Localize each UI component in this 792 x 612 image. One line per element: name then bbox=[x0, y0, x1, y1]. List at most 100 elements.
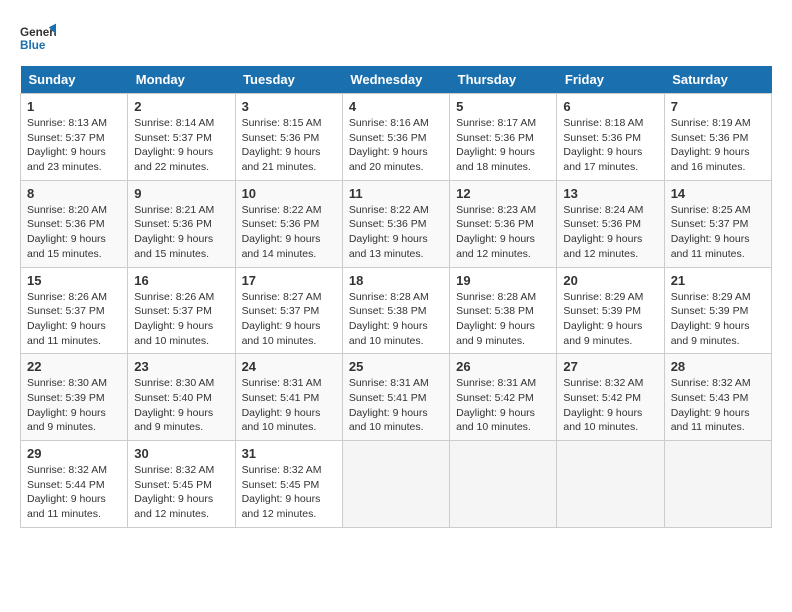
day-info: Sunrise: 8:32 AMSunset: 5:43 PMDaylight:… bbox=[671, 376, 765, 435]
day-number: 13 bbox=[563, 186, 657, 201]
calendar-cell: 20 Sunrise: 8:29 AMSunset: 5:39 PMDaylig… bbox=[557, 267, 664, 354]
calendar-cell: 7 Sunrise: 8:19 AMSunset: 5:36 PMDayligh… bbox=[664, 94, 771, 181]
day-number: 29 bbox=[27, 446, 121, 461]
calendar-cell: 8 Sunrise: 8:20 AMSunset: 5:36 PMDayligh… bbox=[21, 180, 128, 267]
day-info: Sunrise: 8:18 AMSunset: 5:36 PMDaylight:… bbox=[563, 116, 657, 175]
col-header-saturday: Saturday bbox=[664, 66, 771, 94]
calendar-cell: 21 Sunrise: 8:29 AMSunset: 5:39 PMDaylig… bbox=[664, 267, 771, 354]
day-number: 23 bbox=[134, 359, 228, 374]
day-info: Sunrise: 8:26 AMSunset: 5:37 PMDaylight:… bbox=[134, 290, 228, 349]
day-number: 10 bbox=[242, 186, 336, 201]
day-info: Sunrise: 8:20 AMSunset: 5:36 PMDaylight:… bbox=[27, 203, 121, 262]
day-number: 14 bbox=[671, 186, 765, 201]
day-info: Sunrise: 8:27 AMSunset: 5:37 PMDaylight:… bbox=[242, 290, 336, 349]
day-info: Sunrise: 8:31 AMSunset: 5:41 PMDaylight:… bbox=[242, 376, 336, 435]
col-header-thursday: Thursday bbox=[450, 66, 557, 94]
calendar-cell: 6 Sunrise: 8:18 AMSunset: 5:36 PMDayligh… bbox=[557, 94, 664, 181]
day-info: Sunrise: 8:19 AMSunset: 5:36 PMDaylight:… bbox=[671, 116, 765, 175]
day-info: Sunrise: 8:32 AMSunset: 5:42 PMDaylight:… bbox=[563, 376, 657, 435]
calendar-cell: 15 Sunrise: 8:26 AMSunset: 5:37 PMDaylig… bbox=[21, 267, 128, 354]
calendar-cell: 5 Sunrise: 8:17 AMSunset: 5:36 PMDayligh… bbox=[450, 94, 557, 181]
day-info: Sunrise: 8:30 AMSunset: 5:40 PMDaylight:… bbox=[134, 376, 228, 435]
day-number: 16 bbox=[134, 273, 228, 288]
calendar-cell: 10 Sunrise: 8:22 AMSunset: 5:36 PMDaylig… bbox=[235, 180, 342, 267]
col-header-sunday: Sunday bbox=[21, 66, 128, 94]
col-header-tuesday: Tuesday bbox=[235, 66, 342, 94]
calendar-cell: 19 Sunrise: 8:28 AMSunset: 5:38 PMDaylig… bbox=[450, 267, 557, 354]
day-info: Sunrise: 8:25 AMSunset: 5:37 PMDaylight:… bbox=[671, 203, 765, 262]
day-info: Sunrise: 8:29 AMSunset: 5:39 PMDaylight:… bbox=[563, 290, 657, 349]
calendar-cell: 11 Sunrise: 8:22 AMSunset: 5:36 PMDaylig… bbox=[342, 180, 449, 267]
logo-icon: General Blue bbox=[20, 20, 56, 56]
day-info: Sunrise: 8:29 AMSunset: 5:39 PMDaylight:… bbox=[671, 290, 765, 349]
calendar-cell bbox=[664, 441, 771, 528]
calendar-cell: 28 Sunrise: 8:32 AMSunset: 5:43 PMDaylig… bbox=[664, 354, 771, 441]
calendar-cell bbox=[557, 441, 664, 528]
day-number: 19 bbox=[456, 273, 550, 288]
day-info: Sunrise: 8:14 AMSunset: 5:37 PMDaylight:… bbox=[134, 116, 228, 175]
day-number: 5 bbox=[456, 99, 550, 114]
day-number: 31 bbox=[242, 446, 336, 461]
calendar-cell: 27 Sunrise: 8:32 AMSunset: 5:42 PMDaylig… bbox=[557, 354, 664, 441]
day-number: 3 bbox=[242, 99, 336, 114]
day-number: 25 bbox=[349, 359, 443, 374]
day-info: Sunrise: 8:26 AMSunset: 5:37 PMDaylight:… bbox=[27, 290, 121, 349]
calendar-cell: 29 Sunrise: 8:32 AMSunset: 5:44 PMDaylig… bbox=[21, 441, 128, 528]
day-number: 6 bbox=[563, 99, 657, 114]
week-row-2: 8 Sunrise: 8:20 AMSunset: 5:36 PMDayligh… bbox=[21, 180, 772, 267]
calendar-cell: 23 Sunrise: 8:30 AMSunset: 5:40 PMDaylig… bbox=[128, 354, 235, 441]
day-number: 2 bbox=[134, 99, 228, 114]
day-number: 27 bbox=[563, 359, 657, 374]
day-number: 21 bbox=[671, 273, 765, 288]
day-number: 9 bbox=[134, 186, 228, 201]
day-info: Sunrise: 8:21 AMSunset: 5:36 PMDaylight:… bbox=[134, 203, 228, 262]
day-info: Sunrise: 8:15 AMSunset: 5:36 PMDaylight:… bbox=[242, 116, 336, 175]
day-info: Sunrise: 8:32 AMSunset: 5:45 PMDaylight:… bbox=[134, 463, 228, 522]
day-number: 26 bbox=[456, 359, 550, 374]
calendar-cell bbox=[450, 441, 557, 528]
day-info: Sunrise: 8:22 AMSunset: 5:36 PMDaylight:… bbox=[242, 203, 336, 262]
day-number: 17 bbox=[242, 273, 336, 288]
col-header-friday: Friday bbox=[557, 66, 664, 94]
day-info: Sunrise: 8:32 AMSunset: 5:44 PMDaylight:… bbox=[27, 463, 121, 522]
week-row-4: 22 Sunrise: 8:30 AMSunset: 5:39 PMDaylig… bbox=[21, 354, 772, 441]
calendar-cell: 31 Sunrise: 8:32 AMSunset: 5:45 PMDaylig… bbox=[235, 441, 342, 528]
day-number: 18 bbox=[349, 273, 443, 288]
day-info: Sunrise: 8:30 AMSunset: 5:39 PMDaylight:… bbox=[27, 376, 121, 435]
calendar-cell: 14 Sunrise: 8:25 AMSunset: 5:37 PMDaylig… bbox=[664, 180, 771, 267]
calendar-cell: 26 Sunrise: 8:31 AMSunset: 5:42 PMDaylig… bbox=[450, 354, 557, 441]
calendar-cell: 12 Sunrise: 8:23 AMSunset: 5:36 PMDaylig… bbox=[450, 180, 557, 267]
day-number: 8 bbox=[27, 186, 121, 201]
calendar-cell: 9 Sunrise: 8:21 AMSunset: 5:36 PMDayligh… bbox=[128, 180, 235, 267]
calendar-cell: 16 Sunrise: 8:26 AMSunset: 5:37 PMDaylig… bbox=[128, 267, 235, 354]
col-header-monday: Monday bbox=[128, 66, 235, 94]
day-number: 24 bbox=[242, 359, 336, 374]
day-number: 7 bbox=[671, 99, 765, 114]
day-info: Sunrise: 8:22 AMSunset: 5:36 PMDaylight:… bbox=[349, 203, 443, 262]
day-info: Sunrise: 8:23 AMSunset: 5:36 PMDaylight:… bbox=[456, 203, 550, 262]
day-number: 11 bbox=[349, 186, 443, 201]
day-number: 20 bbox=[563, 273, 657, 288]
day-info: Sunrise: 8:28 AMSunset: 5:38 PMDaylight:… bbox=[456, 290, 550, 349]
calendar-cell: 1 Sunrise: 8:13 AMSunset: 5:37 PMDayligh… bbox=[21, 94, 128, 181]
day-number: 12 bbox=[456, 186, 550, 201]
day-number: 1 bbox=[27, 99, 121, 114]
day-info: Sunrise: 8:24 AMSunset: 5:36 PMDaylight:… bbox=[563, 203, 657, 262]
day-number: 15 bbox=[27, 273, 121, 288]
calendar-cell: 30 Sunrise: 8:32 AMSunset: 5:45 PMDaylig… bbox=[128, 441, 235, 528]
calendar-cell: 2 Sunrise: 8:14 AMSunset: 5:37 PMDayligh… bbox=[128, 94, 235, 181]
page-header: General Blue bbox=[20, 20, 772, 56]
day-info: Sunrise: 8:31 AMSunset: 5:42 PMDaylight:… bbox=[456, 376, 550, 435]
calendar-cell bbox=[342, 441, 449, 528]
day-info: Sunrise: 8:32 AMSunset: 5:45 PMDaylight:… bbox=[242, 463, 336, 522]
day-info: Sunrise: 8:13 AMSunset: 5:37 PMDaylight:… bbox=[27, 116, 121, 175]
day-number: 4 bbox=[349, 99, 443, 114]
calendar-cell: 24 Sunrise: 8:31 AMSunset: 5:41 PMDaylig… bbox=[235, 354, 342, 441]
calendar-cell: 25 Sunrise: 8:31 AMSunset: 5:41 PMDaylig… bbox=[342, 354, 449, 441]
day-info: Sunrise: 8:17 AMSunset: 5:36 PMDaylight:… bbox=[456, 116, 550, 175]
week-row-5: 29 Sunrise: 8:32 AMSunset: 5:44 PMDaylig… bbox=[21, 441, 772, 528]
calendar-cell: 17 Sunrise: 8:27 AMSunset: 5:37 PMDaylig… bbox=[235, 267, 342, 354]
calendar-cell: 18 Sunrise: 8:28 AMSunset: 5:38 PMDaylig… bbox=[342, 267, 449, 354]
calendar-table: SundayMondayTuesdayWednesdayThursdayFrid… bbox=[20, 66, 772, 528]
calendar-cell: 4 Sunrise: 8:16 AMSunset: 5:36 PMDayligh… bbox=[342, 94, 449, 181]
